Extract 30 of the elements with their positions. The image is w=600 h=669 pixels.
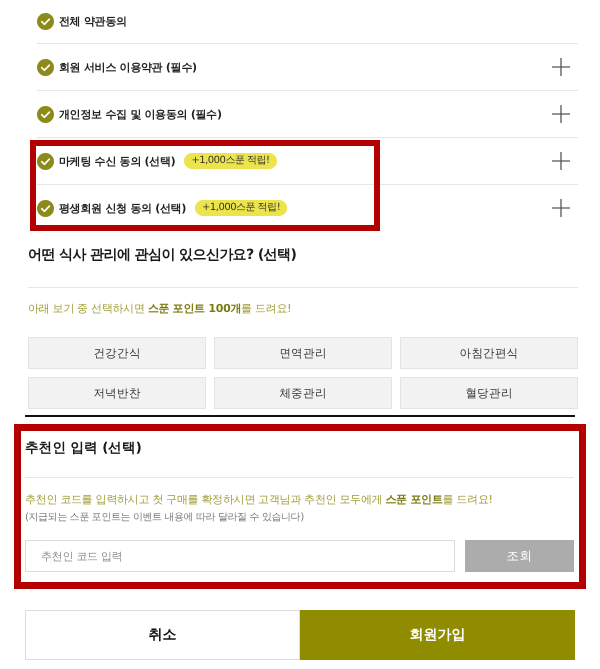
- interest-option[interactable]: 아침간편식: [400, 337, 578, 369]
- cancel-button[interactable]: 취소: [25, 610, 300, 660]
- interest-option[interactable]: 저녁반찬: [28, 377, 206, 409]
- disclaimer-note: (지급되는 스푼 포인트는 이벤트 내용에 따라 달라질 수 있습니다): [25, 511, 304, 525]
- check-circle-icon[interactable]: [37, 13, 54, 30]
- plus-icon[interactable]: [552, 105, 570, 123]
- referral-code-field[interactable]: 추천인 코드 입력: [25, 540, 455, 572]
- check-circle-icon[interactable]: [37, 200, 54, 216]
- check-circle-icon[interactable]: [37, 106, 54, 122]
- reward-badge: +1,000스푼 적립!: [195, 200, 288, 216]
- interest-option[interactable]: 체중관리: [214, 377, 392, 409]
- plus-icon[interactable]: [552, 58, 570, 76]
- interest-option[interactable]: 면역관리: [214, 337, 392, 369]
- agreement-label: 개인정보 수집 및 이용동의 (필수): [59, 106, 222, 122]
- reward-badge: +1,000스푼 적립!: [184, 153, 277, 169]
- agreement-label: 평생회원 신청 동의 (선택): [59, 200, 186, 216]
- agreement-label: 전체 약관동의: [59, 14, 127, 29]
- check-circle-icon[interactable]: [37, 58, 54, 76]
- interest-option[interactable]: 혈당관리: [400, 377, 578, 409]
- plus-icon[interactable]: [552, 199, 570, 217]
- section-heading: 추천인 입력 (선택): [25, 439, 142, 457]
- plus-icon[interactable]: [552, 152, 570, 170]
- points-notice: 추천인 코드를 입력하시고 첫 구매를 확정하시면 고객님과 추천인 모두에게 스푼 포인트를 드려요!: [25, 492, 493, 508]
- agreement-label: 마케팅 수신 동의 (선택): [59, 154, 176, 168]
- section-heading: 어떤 식사 관리에 관심이 있으신가요? (선택): [28, 246, 296, 265]
- check-circle-icon[interactable]: [37, 152, 54, 170]
- points-notice: 아래 보기 중 선택하시면 스푼 포인트 100개를 드려요!: [28, 301, 292, 317]
- interest-option[interactable]: 건강간식: [28, 337, 206, 369]
- signup-button[interactable]: 회원가입: [300, 610, 575, 660]
- agreement-label: 회원 서비스 이용약관 (필수): [59, 60, 197, 74]
